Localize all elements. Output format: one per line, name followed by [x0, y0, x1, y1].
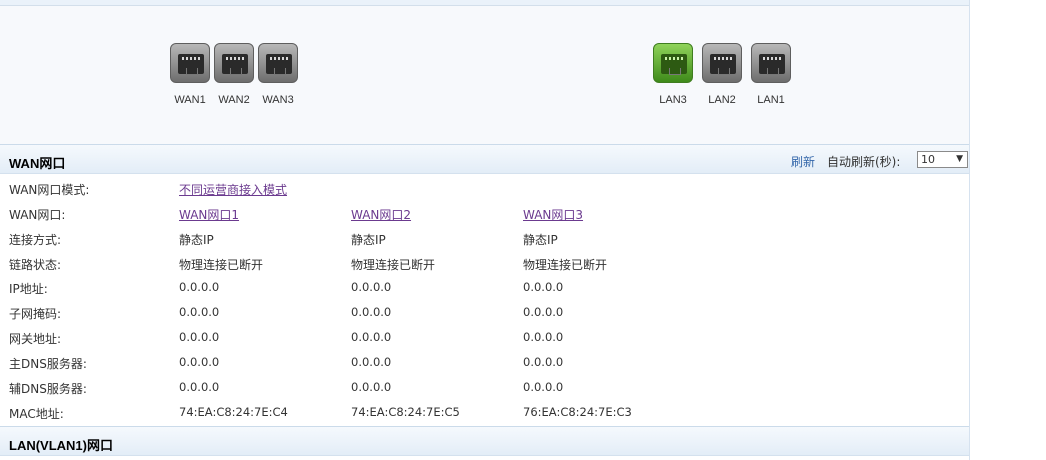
wan-port-3-link[interactable]: WAN网口3 [523, 206, 583, 223]
port-label: WAN3 [262, 94, 294, 106]
port-label: WAN2 [218, 94, 250, 106]
port-label: WAN1 [174, 94, 206, 106]
row-value: 0.0.0.0 [179, 355, 220, 369]
row-value: 静态IP [523, 233, 558, 247]
refresh-link[interactable]: 刷新 [791, 153, 815, 170]
row-key: 网关地址: [9, 332, 62, 346]
row-key: WAN网口模式: [9, 183, 90, 197]
auto-refresh-value: 10 [921, 153, 935, 166]
router-status-panel: WAN1 WAN2 WAN3 LAN3 LAN2 LAN1 WAN网口 刷新 自… [0, 0, 970, 460]
row-value: 静态IP [179, 233, 214, 247]
dropdown-arrow-icon: ▼ [956, 154, 963, 164]
port-lan2: LAN2 [701, 43, 743, 106]
row-key: 连接方式: [9, 233, 62, 247]
section-title: WAN网口 [9, 156, 66, 171]
row-key: 主DNS服务器: [9, 357, 87, 371]
port-lan3: LAN3 [652, 43, 694, 106]
row-key: IP地址: [9, 282, 48, 296]
row-value: 0.0.0.0 [523, 280, 564, 294]
row-value: 静态IP [351, 233, 386, 247]
row-value: 0.0.0.0 [179, 330, 220, 344]
lan-section-header: LAN(VLAN1)网口 [0, 426, 969, 456]
wan-port-2-link[interactable]: WAN网口2 [351, 206, 411, 223]
info-row: IP地址: 0.0.0.0 0.0.0.0 0.0.0.0 [0, 275, 969, 300]
wan-port-1-link[interactable]: WAN网口1 [179, 206, 239, 223]
ethernet-port-icon [702, 43, 742, 83]
row-value: 0.0.0.0 [179, 380, 220, 394]
auto-refresh-label: 自动刷新(秒): [827, 155, 901, 169]
row-value: 0.0.0.0 [523, 305, 564, 319]
port-label: LAN3 [659, 94, 687, 106]
row-value: 0.0.0.0 [523, 355, 564, 369]
row-key: 子网掩码: [9, 307, 62, 321]
port-wan1: WAN1 [169, 43, 211, 106]
row-key: 辅DNS服务器: [9, 382, 87, 396]
row-value: 0.0.0.0 [179, 280, 220, 294]
row-value: 0.0.0.0 [351, 380, 392, 394]
port-label: LAN1 [757, 94, 785, 106]
port-wan2: WAN2 [213, 43, 255, 106]
info-row: MAC地址: 74:EA:C8:24:7E:C4 74:EA:C8:24:7E:… [0, 400, 969, 425]
info-row: 链路状态: 物理连接已断开 物理连接已断开 物理连接已断开 [0, 251, 969, 276]
row-key: 链路状态: [9, 258, 62, 272]
info-row: 主DNS服务器: 0.0.0.0 0.0.0.0 0.0.0.0 [0, 350, 969, 375]
info-row: 连接方式: 静态IP 静态IP 静态IP [0, 226, 969, 251]
ethernet-port-active-icon [653, 43, 693, 83]
info-row: 辅DNS服务器: 0.0.0.0 0.0.0.0 0.0.0.0 [0, 375, 969, 400]
port-lan1: LAN1 [750, 43, 792, 106]
row-key: MAC地址: [9, 407, 64, 421]
row-value: 物理连接已断开 [351, 258, 436, 272]
row-value: 0.0.0.0 [523, 330, 564, 344]
ethernet-port-icon [170, 43, 210, 83]
port-diagram: WAN1 WAN2 WAN3 LAN3 LAN2 LAN1 [0, 6, 969, 144]
row-key: WAN网口: [9, 208, 66, 222]
row-value: 74:EA:C8:24:7E:C5 [351, 405, 460, 419]
ethernet-port-icon [214, 43, 254, 83]
row-value: 0.0.0.0 [523, 380, 564, 394]
port-label: LAN2 [708, 94, 736, 106]
row-value: 0.0.0.0 [351, 280, 392, 294]
info-row: WAN网口模式: 不同运营商接入模式 [0, 176, 969, 201]
row-value: 物理连接已断开 [523, 258, 608, 272]
info-row: 网关地址: 0.0.0.0 0.0.0.0 0.0.0.0 [0, 325, 969, 350]
port-wan3: WAN3 [257, 43, 299, 106]
info-row: WAN网口: WAN网口1 WAN网口2 WAN网口3 [0, 201, 969, 226]
row-value: 74:EA:C8:24:7E:C4 [179, 405, 288, 419]
wan-mode-link[interactable]: 不同运营商接入模式 [179, 181, 287, 198]
row-value: 0.0.0.0 [351, 305, 392, 319]
row-value: 物理连接已断开 [179, 258, 264, 272]
row-value: 0.0.0.0 [179, 305, 220, 319]
auto-refresh-select[interactable]: 10 ▼ [917, 151, 968, 168]
ethernet-port-icon [258, 43, 298, 83]
section-title: LAN(VLAN1)网口 [9, 438, 113, 453]
row-value: 0.0.0.0 [351, 355, 392, 369]
row-value: 0.0.0.0 [351, 330, 392, 344]
row-value: 76:EA:C8:24:7E:C3 [523, 405, 632, 419]
ethernet-port-icon [751, 43, 791, 83]
wan-section-header: WAN网口 刷新 自动刷新(秒): 10 ▼ [0, 144, 969, 174]
info-row: 子网掩码: 0.0.0.0 0.0.0.0 0.0.0.0 [0, 300, 969, 325]
